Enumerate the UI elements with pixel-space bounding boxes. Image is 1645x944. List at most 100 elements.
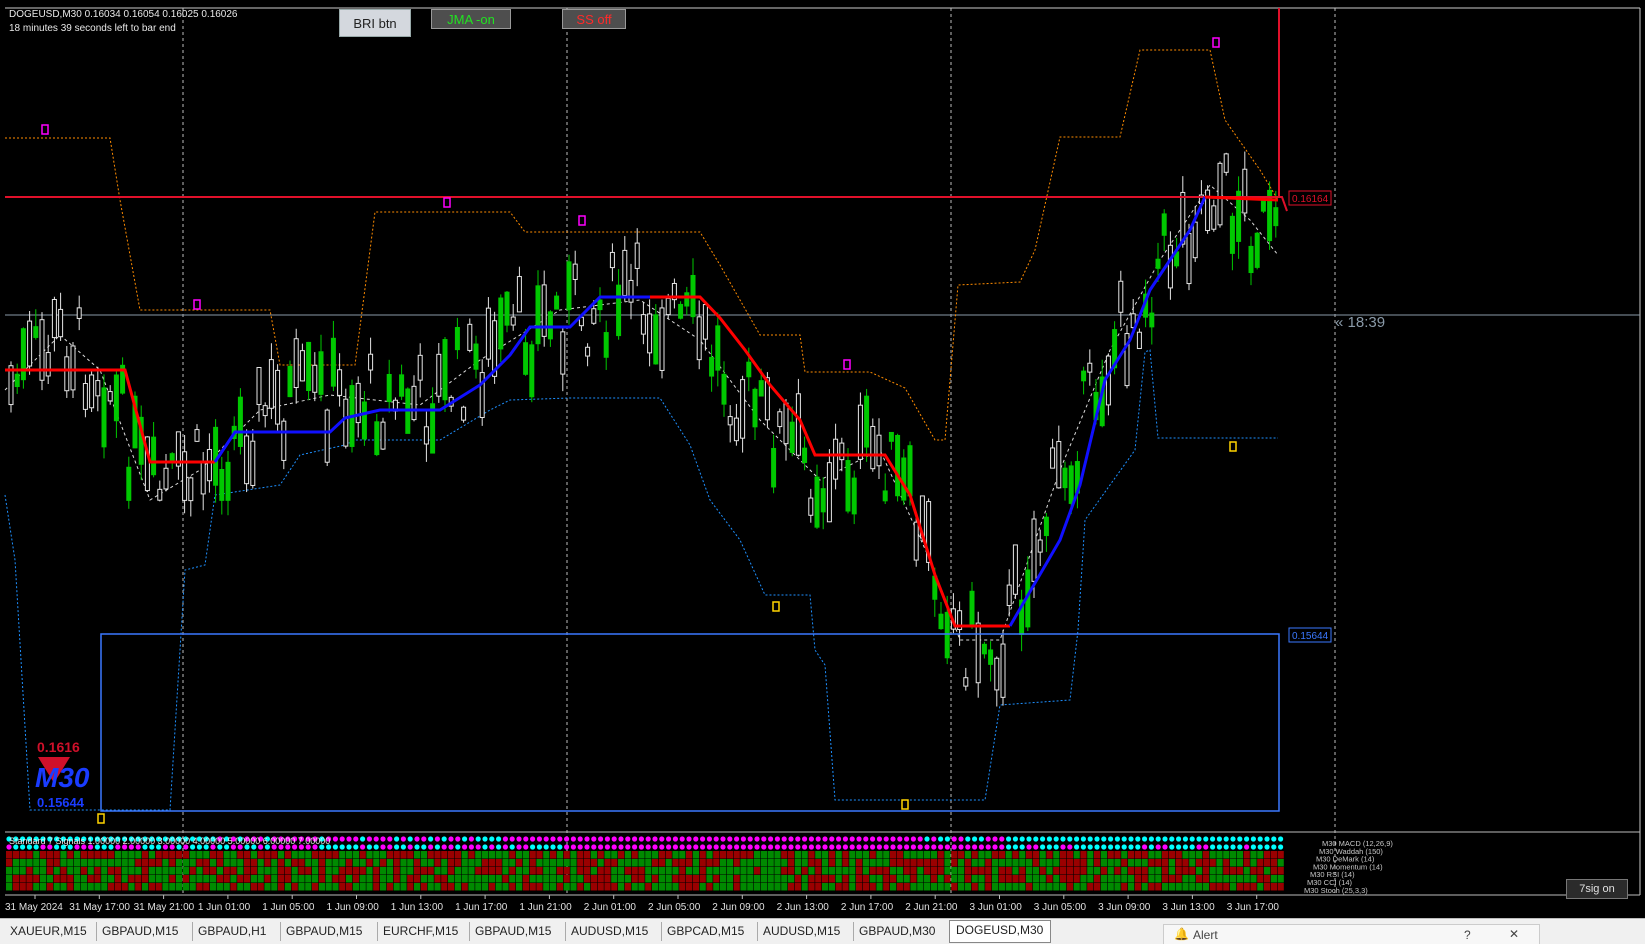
chart-tab[interactable]: AUDUSD,M15 xyxy=(565,922,662,941)
signal-cell xyxy=(930,851,937,859)
signal-cell xyxy=(869,867,876,875)
signal-cell xyxy=(849,883,856,891)
signal-cell xyxy=(373,883,380,891)
signal-cell xyxy=(862,851,869,859)
signal-cell xyxy=(1230,867,1237,875)
bear-candle xyxy=(1167,244,1173,289)
signal-dot xyxy=(1223,836,1229,842)
signal-cell xyxy=(318,883,325,891)
signal-cell xyxy=(1100,859,1107,867)
signal-dot xyxy=(761,836,767,842)
signal-cell xyxy=(169,883,176,891)
signal-dot xyxy=(931,844,937,850)
signal-cell xyxy=(645,883,652,891)
signal-dot xyxy=(1135,836,1141,842)
signal-cell xyxy=(556,851,563,859)
signal-cell xyxy=(1005,875,1012,883)
signal-cell xyxy=(427,867,434,875)
signal-cell xyxy=(1196,851,1203,859)
signal-cell xyxy=(427,883,434,891)
signal-dot xyxy=(598,844,604,850)
signal-cell xyxy=(196,875,203,883)
chart-area[interactable]: 0.16164 0.15644 « 18:39 0.1616 M30 0.15644 3… xyxy=(0,0,1645,913)
signal-dot xyxy=(944,844,951,850)
x-axis-label: 1 Jun 17:00 xyxy=(455,902,508,913)
signal-cell xyxy=(951,875,958,883)
chart-tab[interactable]: GBPAUD,H1 xyxy=(192,922,281,941)
signal-dot xyxy=(978,836,985,842)
signal-cell xyxy=(1175,875,1182,883)
signal-cell xyxy=(652,851,659,859)
signal-cell xyxy=(33,851,40,859)
signal-cell xyxy=(237,867,244,875)
signal-cell xyxy=(577,875,584,883)
bull-candle xyxy=(1260,199,1266,212)
signal-cell xyxy=(733,867,740,875)
signal-cell xyxy=(380,883,387,891)
signal-cell xyxy=(475,875,482,883)
signal-cell xyxy=(176,883,183,891)
signal-cell xyxy=(842,883,849,891)
signal-dot xyxy=(489,836,495,842)
signal-cell xyxy=(6,867,13,875)
signal-dot xyxy=(870,844,876,850)
midline xyxy=(4,184,1279,641)
signal-cell xyxy=(108,867,115,875)
signal-cell xyxy=(1162,883,1169,891)
chart-tab[interactable]: XAUEUR,M15 xyxy=(4,922,97,941)
bear-candle xyxy=(337,369,343,396)
ss-toggle-button[interactable]: SS off xyxy=(562,9,626,29)
chart-tab[interactable]: GBPAUD,M15 xyxy=(96,922,193,941)
signal-cell xyxy=(604,867,611,875)
bri-button[interactable]: BRI btn xyxy=(339,9,411,37)
signal-dot xyxy=(910,844,917,850)
jma-toggle-button[interactable]: JMA -on xyxy=(431,9,511,29)
signal-cell xyxy=(754,867,761,875)
bear-candle xyxy=(256,366,262,406)
chart-tab[interactable]: EURCHF,M15 xyxy=(377,922,470,941)
signal-dot xyxy=(557,836,563,842)
signal-cell xyxy=(699,851,706,859)
signal-cell xyxy=(509,851,516,859)
signal-cell xyxy=(611,859,618,867)
signal-cell xyxy=(992,851,999,859)
chart-tab[interactable]: AUDUSD,M15 xyxy=(757,922,854,941)
signal-cell xyxy=(1182,883,1189,891)
signal-cell xyxy=(849,875,856,883)
indicator-header: Standard 7 Signals 1.00000 2.00000 3.000… xyxy=(9,836,330,846)
chart-tab[interactable]: GBPAUD,M30 xyxy=(853,922,950,941)
chart-tab[interactable]: DOGEUSD,M30 xyxy=(949,920,1051,943)
signal-cell xyxy=(516,883,523,891)
bear-candle xyxy=(200,461,206,495)
signal-cell xyxy=(352,875,359,883)
chart-tab[interactable]: GBPAUD,M15 xyxy=(280,922,378,941)
signal-cell xyxy=(434,875,441,883)
alert-help-button[interactable]: ? xyxy=(1464,928,1471,942)
signal-cell xyxy=(713,867,720,875)
signal-dot xyxy=(897,844,903,850)
signal-cell xyxy=(1134,875,1141,883)
signal-cell xyxy=(747,875,754,883)
signal-dot xyxy=(1223,844,1229,850)
signal-cell xyxy=(1032,851,1039,859)
signal-cell xyxy=(448,851,455,859)
7sig-toggle-button[interactable]: 7sig on xyxy=(1566,879,1628,899)
chart-tab[interactable]: GBPAUD,M15 xyxy=(469,922,566,941)
chart-tab[interactable]: GBPCAD,M15 xyxy=(661,922,758,941)
signal-cell xyxy=(822,867,829,875)
alert-close-button[interactable]: ✕ xyxy=(1509,927,1519,941)
signal-cell xyxy=(788,859,795,867)
signal-dot xyxy=(1162,836,1168,842)
signal-cell xyxy=(461,867,468,875)
signal-dot xyxy=(944,836,951,842)
signal-dot xyxy=(1019,836,1025,842)
signal-cell xyxy=(529,867,536,875)
signal-cell xyxy=(67,859,74,867)
signal-cell xyxy=(142,859,149,867)
signal-dot xyxy=(700,836,706,842)
bull-candle xyxy=(653,314,659,365)
signal-cell xyxy=(223,875,230,883)
signal-cell xyxy=(1223,867,1230,875)
alert-window[interactable]: 🔔 Alert ? ✕ xyxy=(1163,924,1540,944)
signal-dot xyxy=(475,844,481,850)
